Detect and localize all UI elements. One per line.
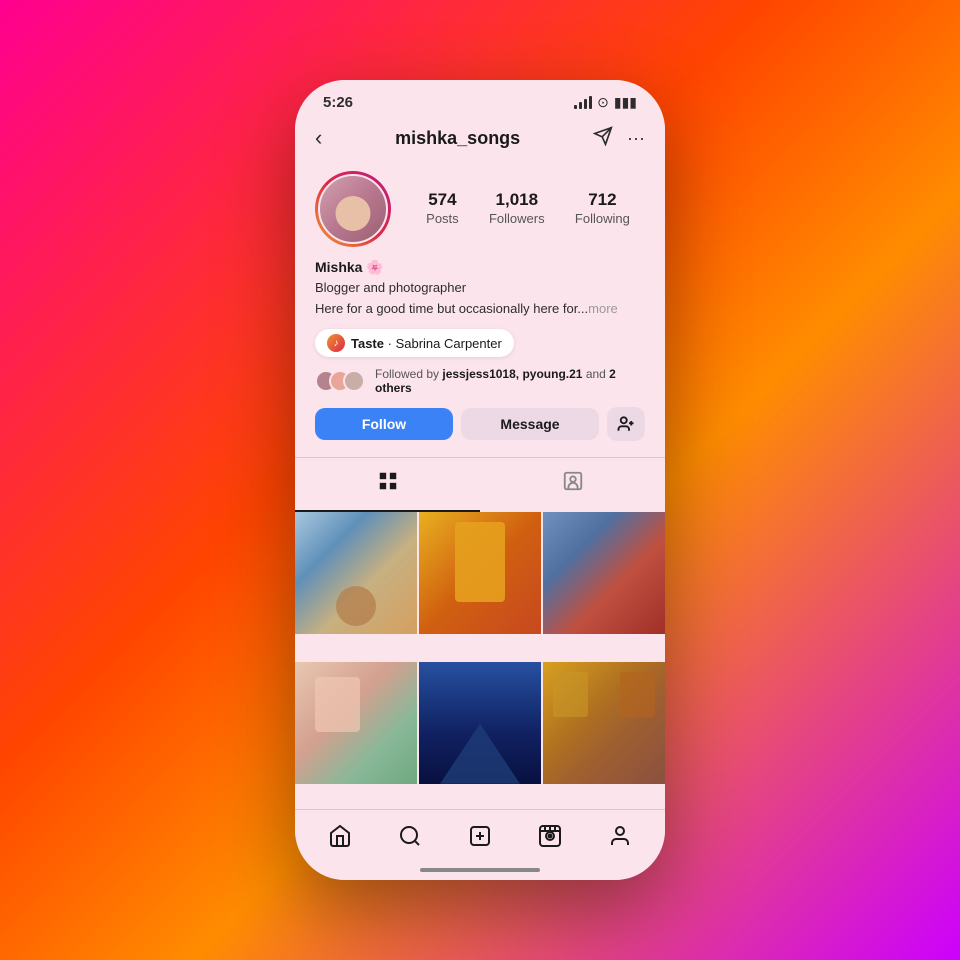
photo-cell-1[interactable] bbox=[295, 512, 417, 634]
following-count: 712 bbox=[575, 190, 630, 210]
message-button[interactable]: Message bbox=[461, 408, 599, 440]
followers-label: Followers bbox=[489, 211, 545, 226]
bio-more[interactable]: more bbox=[588, 301, 618, 316]
mutual-avatar-3 bbox=[343, 370, 365, 392]
nav-bar: ‹ mishka_songs ··· bbox=[295, 119, 665, 161]
profile-name: Mishka 🌸 bbox=[315, 259, 645, 276]
avatar bbox=[318, 174, 388, 244]
photo-cell-2[interactable] bbox=[419, 512, 541, 634]
music-pill[interactable]: ♪ Taste · Sabrina Carpenter bbox=[315, 329, 514, 357]
status-bar: 5:26 ⊙ ▮▮▮ bbox=[295, 80, 665, 119]
profile-bio-line2: Here for a good time but occasionally he… bbox=[315, 300, 645, 318]
back-button[interactable]: ‹ bbox=[315, 125, 322, 151]
nav-search[interactable] bbox=[386, 820, 434, 852]
profile-bio-line1: Blogger and photographer bbox=[315, 279, 645, 297]
status-time: 5:26 bbox=[323, 94, 353, 111]
home-bar bbox=[420, 868, 540, 872]
photo-cell-6[interactable] bbox=[543, 662, 665, 784]
more-options-icon[interactable]: ··· bbox=[627, 128, 645, 149]
tagged-icon bbox=[562, 470, 584, 498]
mutual-text: Followed by jessjess1018, pyoung.21 and … bbox=[375, 367, 645, 395]
action-buttons: Follow Message bbox=[315, 407, 645, 441]
music-artist: Sabrina Carpenter bbox=[396, 336, 502, 351]
nav-actions: ··· bbox=[593, 126, 645, 151]
stat-followers: 1,018 Followers bbox=[489, 190, 545, 228]
signal-icon bbox=[574, 96, 592, 109]
profile-tabs bbox=[295, 457, 665, 512]
profile-section: 574 Posts 1,018 Followers 712 Following … bbox=[295, 161, 665, 457]
direct-icon[interactable] bbox=[593, 126, 613, 151]
tab-grid[interactable] bbox=[295, 458, 480, 512]
grid-icon bbox=[377, 470, 399, 498]
mutual-usernames: jessjess1018, pyoung.21 bbox=[442, 367, 582, 381]
nav-reels[interactable] bbox=[526, 820, 574, 852]
follow-button[interactable]: Follow bbox=[315, 408, 453, 440]
wifi-icon: ⊙ bbox=[597, 94, 609, 111]
photo-cell-4[interactable] bbox=[295, 662, 417, 784]
posts-label: Posts bbox=[426, 211, 459, 226]
profile-top: 574 Posts 1,018 Followers 712 Following bbox=[315, 171, 645, 247]
stat-posts: 574 Posts bbox=[426, 190, 459, 228]
music-separator: · bbox=[388, 336, 396, 351]
avatar-wrapper bbox=[315, 171, 391, 247]
mutual-followers: Followed by jessjess1018, pyoung.21 and … bbox=[315, 367, 645, 395]
mutual-avatars bbox=[315, 370, 357, 392]
nav-username: mishka_songs bbox=[395, 128, 520, 149]
bottom-nav bbox=[295, 809, 665, 860]
phone-frame: 5:26 ⊙ ▮▮▮ ‹ mishka_songs ··· bbox=[295, 80, 665, 880]
photo-cell-3[interactable] bbox=[543, 512, 665, 634]
status-icons: ⊙ ▮▮▮ bbox=[574, 94, 637, 111]
nav-profile[interactable] bbox=[596, 820, 644, 852]
stats: 574 Posts 1,018 Followers 712 Following bbox=[411, 190, 645, 228]
following-label: Following bbox=[575, 211, 630, 226]
add-friend-button[interactable] bbox=[607, 407, 645, 441]
home-indicator bbox=[295, 860, 665, 880]
battery-icon: ▮▮▮ bbox=[614, 94, 637, 111]
avatar-image bbox=[320, 176, 386, 242]
posts-count: 574 bbox=[426, 190, 459, 210]
nav-home[interactable] bbox=[316, 820, 364, 852]
followers-count: 1,018 bbox=[489, 190, 545, 210]
nav-add[interactable] bbox=[456, 820, 504, 852]
photo-cell-5[interactable] bbox=[419, 662, 541, 784]
photo-grid bbox=[295, 512, 665, 809]
stat-following[interactable]: 712 Following bbox=[575, 190, 630, 228]
music-icon: ♪ bbox=[327, 334, 345, 352]
music-song: Taste · Sabrina Carpenter bbox=[351, 336, 502, 351]
tab-tagged[interactable] bbox=[480, 458, 665, 512]
